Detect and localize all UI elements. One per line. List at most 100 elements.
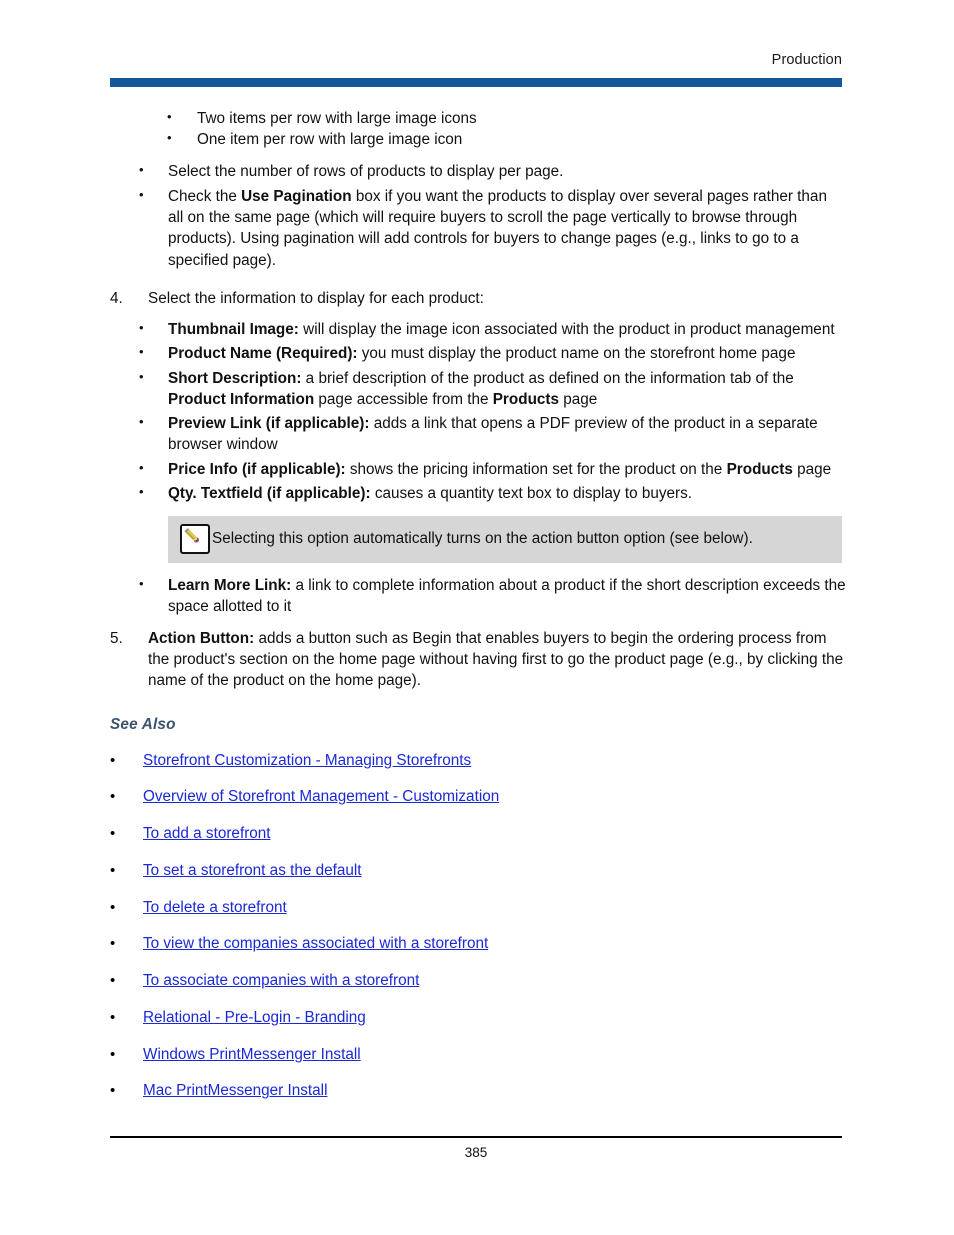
level2-bullet-list: • Select the number of rows of products t… [110, 161, 846, 271]
see-also-link-7[interactable]: To associate companies with a storefront [143, 970, 419, 991]
bullet-text: Check the Use Pagination box if you want… [168, 186, 846, 271]
emphasis-text: Product Name (Required): [168, 345, 358, 363]
see-also-link-row: • To add a storefront [110, 823, 846, 844]
see-also-link-3[interactable]: To add a storefront [143, 823, 271, 844]
see-also-link-2[interactable]: Overview of Storefront Management - Cust… [143, 786, 499, 807]
bullet-glyph: • [110, 825, 116, 842]
body-text: page accessible from the [314, 390, 493, 408]
bullet-text: Select the number of rows of products to… [168, 161, 846, 182]
see-also-link-row: • To associate companies with a storefron… [110, 970, 846, 991]
bullet-glyph: • [139, 368, 144, 384]
bullet-glyph: • [110, 1008, 116, 1026]
item-4-bullet-list: • Thumbnail Image: will display the image… [110, 319, 846, 504]
body-text: Select the number of rows of products to… [168, 162, 564, 180]
see-also-link-1[interactable]: Storefront Customization - Managing Stor… [143, 750, 471, 771]
bullet-text: Preview Link (if applicable): adds a lin… [168, 413, 846, 456]
product-option-bullet: • Preview Link (if applicable): adds a li… [139, 413, 846, 456]
see-also-link-row: • To set a storefront as the default [110, 860, 846, 881]
see-also-link-8[interactable]: Relational - Pre-Login - Branding [143, 1007, 366, 1028]
body-text: page [792, 460, 832, 478]
level2-bullet-item: • Check the Use Pagination box if you wan… [139, 186, 846, 271]
product-option-bullet: • Price Info (if applicable): shows the p… [139, 459, 846, 480]
document-page: Production • Two items per row with large… [0, 0, 954, 1235]
bullet-glyph: • [110, 898, 116, 916]
body-text: shows the pricing information set for th… [345, 460, 727, 478]
see-also-link-4[interactable]: To set a storefront as the default [143, 860, 362, 881]
emphasis-text: Short Description: [168, 369, 302, 387]
bullet-glyph: • [110, 861, 116, 879]
see-also-link-9[interactable]: Windows PrintMessenger Install [143, 1044, 361, 1065]
item-5-number: 5. [110, 629, 123, 647]
item-5-text: Action Button: adds a button such as Beg… [148, 628, 846, 692]
bullet-glyph: • [139, 483, 144, 499]
bullet-text: One item per row with large image icon [197, 131, 463, 149]
note-text: Selecting this option automatically turn… [212, 530, 753, 548]
bullet-glyph: • [110, 788, 116, 806]
page-footer: 385 [110, 1136, 842, 1160]
bullet-glyph: • [139, 344, 144, 360]
bullet-glyph: • [139, 414, 144, 429]
body-text: causes a quantity text box to display to… [370, 484, 692, 502]
document-body: • Two items per row with large image icon… [110, 108, 846, 1117]
see-also-link-10[interactable]: Mac PrintMessenger Install [143, 1080, 327, 1101]
item-4-bullet-list-after-note: • Learn More Link: a link to complete inf… [110, 575, 846, 618]
header-accent-rule [110, 78, 842, 88]
see-also-heading: See Also [110, 716, 176, 734]
bullet-glyph: • [167, 130, 172, 146]
emphasis-text: Product Information [168, 390, 315, 408]
product-option-bullet: • Short Description: a brief description … [139, 368, 846, 411]
item-4-text: Select the information to display for ea… [148, 289, 484, 307]
body-text: will display the image icon associated w… [298, 321, 835, 338]
pencil-note-icon [180, 524, 210, 554]
note-callout: Selecting this option automatically turn… [168, 516, 842, 563]
item-4-number: 4. [110, 289, 123, 307]
bullet-text: Product Name (Required): you must displa… [168, 343, 846, 364]
bullet-glyph: • [139, 576, 144, 591]
see-also-link-list: • Storefront Customization - Managing Sto… [110, 750, 846, 1102]
bullet-glyph: • [110, 1045, 116, 1063]
sub-bullet-item: • One item per row with large image icon [167, 129, 846, 150]
bullet-glyph: • [167, 109, 172, 124]
product-option-bullet: • Thumbnail Image: will display the image… [139, 319, 846, 340]
bullet-glyph: • [139, 161, 144, 177]
bullet-glyph: • [110, 935, 116, 953]
bullet-glyph: • [110, 751, 116, 769]
bullet-glyph: • [110, 972, 116, 989]
product-option-bullet: • Learn More Link: a link to complete inf… [139, 575, 846, 618]
see-also-section: See Also • Storefront Customization - Man… [110, 714, 846, 1101]
see-also-link-row: • Overview of Storefront Management - Cus… [110, 786, 846, 807]
bullet-text: Qty. Textfield (if applicable): causes a… [168, 483, 846, 504]
bullet-text: Short Description: a brief description o… [168, 368, 846, 411]
see-also-link-5[interactable]: To delete a storefront [143, 897, 287, 918]
see-also-link-row: • Windows PrintMessenger Install [110, 1044, 846, 1065]
page-header: Production [110, 52, 842, 88]
page-number: 385 [464, 1145, 488, 1160]
see-also-link-row: • Storefront Customization - Managing Sto… [110, 750, 846, 771]
bullet-text: Learn More Link: a link to complete info… [168, 575, 846, 618]
bullet-glyph: • [139, 459, 144, 475]
see-also-link-row: • To view the companies associated with a… [110, 933, 846, 954]
emphasis-text: Use Pagination [241, 187, 352, 205]
footer-divider [110, 1136, 842, 1138]
see-also-link-row: • Relational - Pre-Login - Branding [110, 1007, 846, 1028]
bullet-glyph: • [139, 186, 144, 202]
level2-bullet-item: • Select the number of rows of products t… [139, 161, 846, 182]
bullet-glyph: • [110, 1082, 116, 1100]
emphasis-text: Qty. Textfield (if applicable): [168, 484, 371, 502]
emphasis-text: Action Button: [148, 629, 255, 647]
emphasis-text: Preview Link (if applicable): [168, 415, 370, 432]
sub-bullet-item: • Two items per row with large image icon… [167, 108, 846, 129]
emphasis-text: Price Info (if applicable): [168, 460, 346, 478]
body-text: a brief description of the product as de… [301, 369, 794, 387]
bullet-text: Price Info (if applicable): shows the pr… [168, 459, 846, 480]
body-text: Check the [168, 187, 242, 205]
numbered-item-5: 5. Action Button: adds a button such as … [110, 628, 846, 692]
see-also-link-row: • To delete a storefront [110, 897, 846, 918]
product-option-bullet: • Qty. Textfield (if applicable): causes … [139, 483, 846, 504]
emphasis-text: Learn More Link: [168, 577, 292, 594]
bullet-text: Thumbnail Image: will display the image … [168, 319, 846, 340]
body-text: page [559, 390, 598, 408]
see-also-link-6[interactable]: To view the companies associated with a … [143, 933, 488, 954]
header-title: Production [771, 52, 842, 68]
product-option-bullet: • Product Name (Required): you must displ… [139, 343, 846, 364]
